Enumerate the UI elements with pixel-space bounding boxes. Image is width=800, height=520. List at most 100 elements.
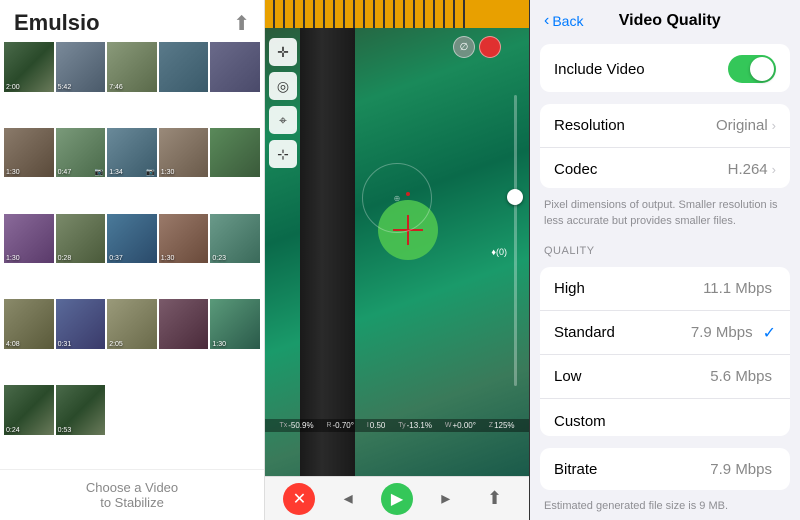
- compass-inner: ⊕: [394, 194, 401, 203]
- stat-item: R -0.70°: [326, 421, 354, 430]
- thumb-label: 0:24: [6, 427, 20, 434]
- video-thumb[interactable]: 1:30: [4, 214, 54, 264]
- quality-option-value: 11.1 Mbps: [703, 280, 772, 297]
- video-thumb[interactable]: 0:47📷: [56, 128, 106, 178]
- thumb-label: 0:28: [58, 255, 72, 262]
- thumb-label: 2:05: [109, 341, 123, 348]
- video-thumb[interactable]: [210, 128, 260, 178]
- slider-thumb[interactable]: [507, 189, 523, 205]
- resolution-hint: Pixel dimensions of output. Smaller reso…: [530, 194, 800, 235]
- bitrate-label: Bitrate: [554, 461, 710, 478]
- cancel-button[interactable]: ✕: [283, 483, 315, 515]
- quality-option-row[interactable]: High11.1 Mbps: [540, 267, 790, 311]
- video-thumb[interactable]: 0:28: [56, 214, 106, 264]
- play-button[interactable]: ▶: [381, 483, 413, 515]
- thumb-bg: [159, 42, 209, 92]
- app-title: Emulsio: [14, 10, 100, 36]
- stat-value: 125%: [494, 421, 514, 430]
- video-thumb[interactable]: 0:24: [4, 385, 54, 435]
- video-thumb[interactable]: 0:23: [210, 214, 260, 264]
- thumb-bg: [159, 299, 209, 349]
- stat-label: Tx: [279, 422, 287, 429]
- stat-item: Tx -50.9%: [279, 421, 313, 430]
- include-video-section: Include Video: [540, 44, 790, 92]
- crop-tool-button[interactable]: ⌖: [269, 106, 297, 134]
- quality-option-row[interactable]: Low5.6 Mbps: [540, 355, 790, 399]
- video-thumb[interactable]: 1:30: [159, 214, 209, 264]
- codec-row[interactable]: Codec H.264 ›: [540, 148, 790, 188]
- compass-dial: ⊕: [362, 163, 432, 233]
- thumb-label: 1:30: [161, 255, 175, 262]
- video-thumb[interactable]: [159, 299, 209, 349]
- video-thumb[interactable]: 5:42: [56, 42, 106, 92]
- quality-checkmark-icon: ✓: [763, 323, 776, 343]
- quality-option-label: High: [554, 280, 703, 297]
- video-thumb[interactable]: 4:08: [4, 299, 54, 349]
- video-thumb[interactable]: 1:30: [210, 299, 260, 349]
- move-tool-button[interactable]: ✛: [269, 38, 297, 66]
- bitrate-section: Bitrate 7.9 Mbps: [540, 448, 790, 490]
- quality-section-label: QUALITY: [530, 235, 800, 261]
- video-thumb[interactable]: 0:31: [56, 299, 106, 349]
- include-video-row: Include Video: [540, 44, 790, 92]
- back-chevron-icon: ‹: [544, 12, 549, 30]
- resolution-chevron-icon: ›: [772, 118, 776, 133]
- codec-chevron-icon: ›: [772, 162, 776, 177]
- bitrate-row[interactable]: Bitrate 7.9 Mbps: [540, 448, 790, 490]
- quality-option-row[interactable]: Custom: [540, 399, 790, 436]
- video-thumb[interactable]: 2:05: [107, 299, 157, 349]
- thumb-label: 1:30: [161, 169, 175, 176]
- thumb-label: 0:53: [58, 427, 72, 434]
- left-footer: Choose a Video to Stabilize: [0, 469, 264, 520]
- video-thumb[interactable]: 0:53: [56, 385, 106, 435]
- resolution-codec-section: Resolution Original › Codec H.264 ›: [540, 104, 790, 188]
- back-label: Back: [552, 13, 583, 29]
- bitrate-value: 7.9 Mbps: [710, 461, 772, 478]
- select-tool-button[interactable]: ◎: [269, 72, 297, 100]
- slider-track: [514, 95, 517, 386]
- forward-button[interactable]: ▸: [430, 483, 462, 515]
- quality-option-value: 7.9 Mbps: [691, 324, 753, 341]
- video-grid: 2:005:427:461:300:47📷1:34📷1:301:300:280:…: [0, 42, 264, 469]
- video-thumb[interactable]: [159, 42, 209, 92]
- include-video-toggle[interactable]: [728, 55, 776, 83]
- video-thumb[interactable]: 7:46: [107, 42, 157, 92]
- stat-value: -50.9%: [288, 421, 313, 430]
- right-header: ‹ Back Video Quality: [530, 0, 800, 38]
- stat-value: -13.1%: [407, 421, 432, 430]
- stat-label: I: [367, 422, 369, 429]
- thumb-label: 4:08: [6, 341, 20, 348]
- video-thumb[interactable]: 1:30: [159, 128, 209, 178]
- back-button[interactable]: ‹ Back: [544, 12, 583, 30]
- thumb-label: 2:00: [6, 84, 20, 91]
- footer-line1: Choose a Video: [10, 480, 254, 495]
- share-icon[interactable]: ⬆: [233, 11, 250, 36]
- quality-option-row[interactable]: Standard7.9 Mbps✓: [540, 311, 790, 355]
- page-title: Video Quality: [583, 12, 756, 30]
- filter-tool-button[interactable]: ⊹: [269, 140, 297, 168]
- video-thumb[interactable]: 0:37: [107, 214, 157, 264]
- indicator-record[interactable]: [479, 36, 501, 58]
- codec-label: Codec: [554, 161, 728, 178]
- rewind-button[interactable]: ◂: [332, 483, 364, 515]
- video-thumb[interactable]: 1:34📷: [107, 128, 157, 178]
- vertical-slider[interactable]: [507, 95, 523, 386]
- toggle-knob: [750, 57, 774, 81]
- stat-label: R: [326, 422, 331, 429]
- quality-option-label: Low: [554, 368, 710, 385]
- quality-section: High11.1 MbpsStandard7.9 Mbps✓Low5.6 Mbp…: [540, 267, 790, 436]
- audio-indicator: ♦(0): [491, 247, 507, 257]
- thumb-label: 1:30: [212, 341, 226, 348]
- codec-value: H.264: [728, 161, 768, 178]
- resolution-label: Resolution: [554, 117, 716, 134]
- left-header: Emulsio ⬆: [0, 0, 264, 42]
- video-thumb[interactable]: 1:30: [4, 128, 54, 178]
- video-thumb[interactable]: 2:00: [4, 42, 54, 92]
- video-thumb[interactable]: [210, 42, 260, 92]
- resolution-row[interactable]: Resolution Original ›: [540, 104, 790, 148]
- stat-item: W +0.00°: [445, 421, 476, 430]
- indicator-slash[interactable]: ∅: [453, 36, 475, 58]
- thumb-bg: [210, 128, 260, 178]
- share-bottom-button[interactable]: ⬆: [479, 483, 511, 515]
- dark-pillar: [300, 28, 355, 476]
